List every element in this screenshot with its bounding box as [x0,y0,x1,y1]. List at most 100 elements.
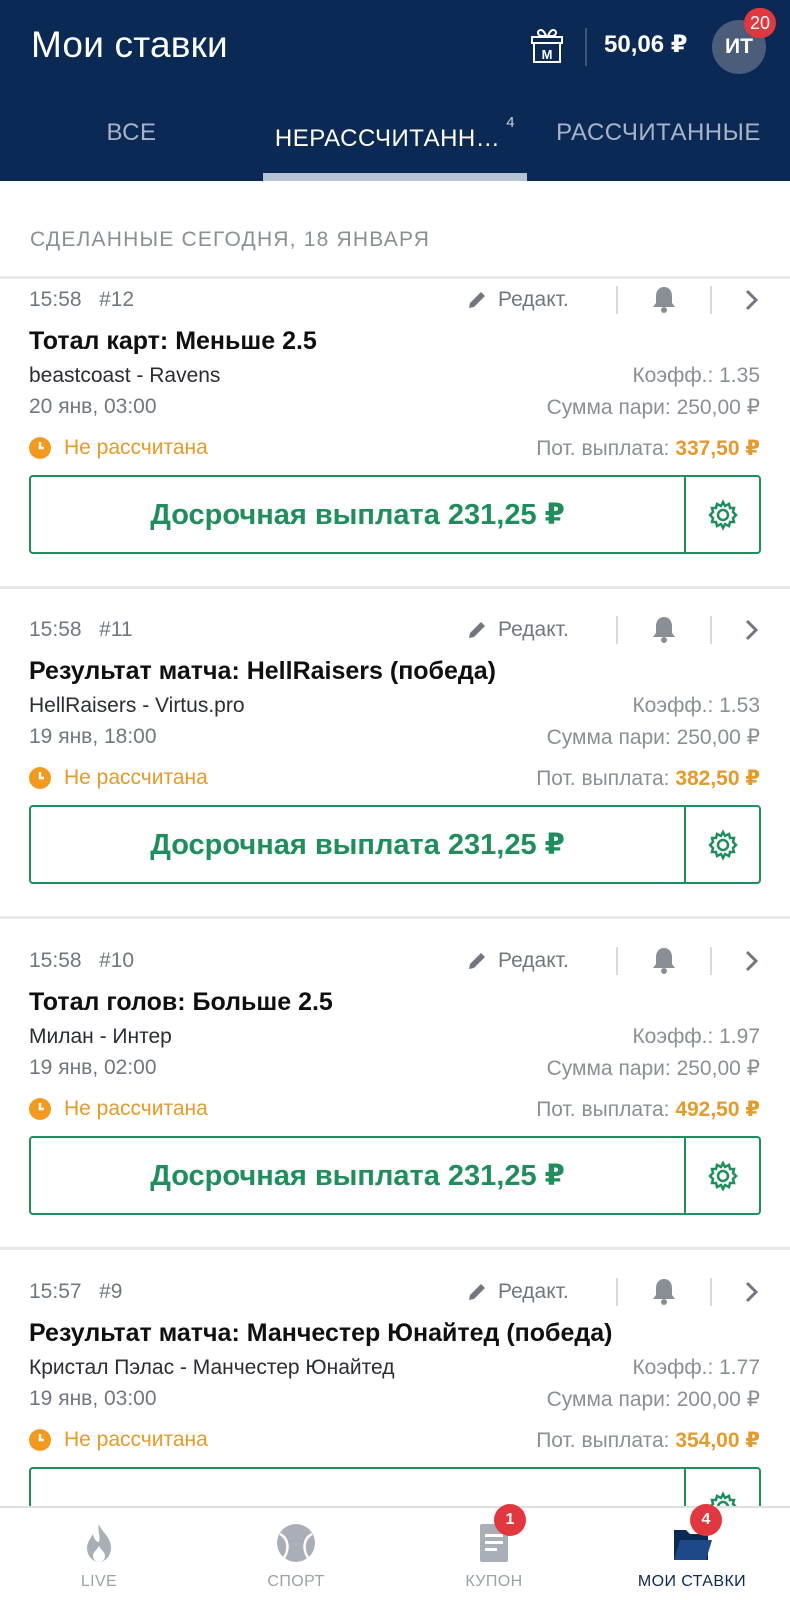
cashout-settings-button[interactable] [686,1138,759,1213]
divider [0,586,790,589]
cashout-settings-button[interactable] [686,807,759,882]
bet-status: Не рассчитана [29,1097,208,1121]
bet-teams: Кристал Пэлас - Манчестер Юнайтед [29,1356,395,1379]
bet-card[interactable]: 15:58 #10 Редакт. Тотал голов: Больше 2.… [0,941,790,1271]
edit-label: Редакт. [498,949,569,972]
bet-market: Тотал карт: Меньше 2.5 [29,327,317,355]
clock-icon [29,437,51,459]
tab-label: НЕРАССЧИТАНН… [274,125,501,152]
chevron-right-icon[interactable] [744,949,760,973]
gift-icon[interactable]: М [530,28,564,64]
bet-time: 15:58 #11 [29,618,133,641]
nav-coupon[interactable]: КУПОН 1 [414,1504,574,1600]
clock-icon [29,1429,51,1451]
pencil-icon [469,622,485,638]
gear-icon [707,498,738,531]
divider [710,616,712,644]
bet-teams: Милан - Интер [29,1025,172,1048]
edit-button[interactable]: Редакт. [466,949,569,973]
edit-label: Редакт. [498,1280,569,1303]
status-label: Не рассчитана [64,766,208,789]
pencil-icon [469,953,485,969]
bet-status: Не рассчитана [29,766,208,790]
coupon-badge: 1 [494,1504,526,1536]
bet-number: #11 [99,618,133,641]
bottom-navigation: LIVE СПОРТ КУПОН 1 МОИ СТАВКИ 4 [0,1504,790,1600]
divider [710,1278,712,1306]
cashout-button[interactable]: Досрочная выплата 231,25 ₽ [31,477,684,552]
nav-my-bets[interactable]: МОИ СТАВКИ 4 [612,1504,772,1600]
bet-status: Не рассчитана [29,1428,208,1452]
bet-event-date: 20 янв, 03:00 [29,395,157,418]
divider [0,916,790,919]
bet-stake: Сумма пари: 200,00 ₽ [546,1388,760,1411]
bet-odds: Коэфф.: 1.53 [632,694,760,717]
bet-payout: Пот. выплата: 337,50 ₽ [536,437,760,460]
tab-unsettled[interactable]: НЕРАССЧИТАНН… 4 [263,110,527,181]
status-label: Не рассчитана [64,1097,208,1120]
bet-stake: Сумма пари: 250,00 ₽ [546,1057,760,1080]
nav-label: LIVE [80,1573,118,1590]
bet-number: #12 [99,288,135,311]
bet-market: Результат матча: Манчестер Юнайтед (побе… [29,1319,613,1347]
divider [0,1247,790,1250]
bet-card[interactable]: 15:58 #11 Редакт. Результат матча: HellR… [0,610,790,940]
balance[interactable]: 50,06 ₽ [604,30,687,59]
bet-time: 15:58 #12 [29,288,135,311]
bet-stake: Сумма пари: 250,00 ₽ [546,726,760,749]
cashout-panel: Досрочная выплата 231,25 ₽ [29,1136,761,1215]
cashout-settings-button[interactable] [686,477,759,552]
pencil-icon [469,1284,485,1300]
chevron-right-icon[interactable] [744,288,760,312]
bell-icon[interactable] [651,285,677,313]
nav-label: СПОРТ [267,1573,325,1590]
bell-icon[interactable] [651,1277,677,1305]
bell-icon[interactable] [651,946,677,974]
flame-icon [87,1524,111,1562]
tab-bar: ВСЕ НЕРАССЧИТАНН… 4 РАССЧИТАННЫЕ [0,110,790,181]
edit-button[interactable]: Редакт. [466,288,569,312]
bell-icon[interactable] [651,615,677,643]
nav-live[interactable]: LIVE [19,1508,179,1600]
page-title: Мои ставки [31,24,228,65]
tab-label: РАССЧИТАННЫЕ [556,119,761,146]
payout-value: 354,00 ₽ [675,1429,760,1452]
my-bets-badge: 4 [690,1504,722,1536]
bet-number: #9 [99,1280,123,1303]
bet-odds: Коэфф.: 1.97 [632,1025,760,1048]
bet-status: Не рассчитана [29,436,208,460]
tab-settled[interactable]: РАССЧИТАННЫЕ [527,110,790,181]
cashout-button[interactable]: Досрочная выплата 231,25 ₽ [31,807,684,882]
chevron-right-icon[interactable] [744,618,760,642]
gift-letter: М [542,47,553,62]
cashout-panel: Досрочная выплата 231,25 ₽ [29,475,761,554]
divider [616,286,618,314]
payout-value: 492,50 ₽ [675,1098,760,1121]
header-divider [585,28,587,66]
chevron-right-icon[interactable] [744,1280,760,1304]
bet-payout: Пот. выплата: 492,50 ₽ [536,1098,760,1121]
section-title: СДЕЛАННЫЕ СЕГОДНЯ, 18 ЯНВАРЯ [30,228,431,251]
bet-teams: beastcoast - Ravens [29,364,221,387]
edit-button[interactable]: Редакт. [466,1280,569,1304]
edit-label: Редакт. [498,288,569,311]
nav-sport[interactable]: СПОРТ [216,1508,376,1600]
bet-time: 15:57 #9 [29,1280,123,1303]
cashout-button[interactable]: Досрочная выплата 231,25 ₽ [31,1138,684,1213]
bet-card[interactable]: 15:58 #12 Редакт. Тотал карт: Меньше 2.5… [0,280,790,610]
tab-count: 4 [506,114,516,131]
nav-label: МОИ СТАВКИ [637,1573,747,1590]
divider [710,286,712,314]
bet-payout: Пот. выплата: 382,50 ₽ [536,767,760,790]
bet-market: Тотал голов: Больше 2.5 [29,988,333,1016]
bet-payout: Пот. выплата: 354,00 ₽ [536,1429,760,1452]
divider [710,947,712,975]
nav-label: КУПОН [465,1573,523,1590]
bet-odds: Коэфф.: 1.35 [632,364,760,387]
pencil-icon [469,292,485,308]
bet-event-date: 19 янв, 18:00 [29,725,157,748]
tab-all[interactable]: ВСЕ [0,110,263,181]
bet-event-date: 19 янв, 02:00 [29,1056,157,1079]
edit-button[interactable]: Редакт. [466,618,569,642]
divider [616,947,618,975]
